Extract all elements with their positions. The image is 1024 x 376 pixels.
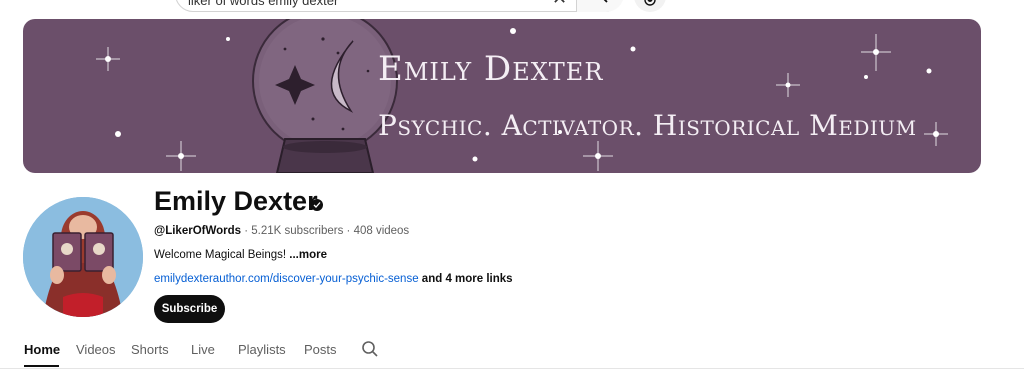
- channel-description[interactable]: Welcome Magical Beings! ...more: [154, 249, 327, 261]
- avatar-image: [23, 197, 143, 317]
- verified-check-icon: [311, 199, 323, 211]
- tab-live[interactable]: Live: [191, 342, 215, 357]
- avatar: [23, 197, 143, 317]
- banner-subtitle: Psychic. Activator. Historical Medium: [378, 109, 917, 142]
- mic-icon: [644, 0, 656, 6]
- channel-links: emilydexterauthor.com/discover-your-psyc…: [154, 273, 513, 285]
- search-icon: [603, 0, 608, 3]
- channel-meta: @LikerOfWords · 5.21K subscribers · 408 …: [154, 225, 409, 237]
- meta-separator: ·: [343, 225, 354, 237]
- banner-title: Emily Dexter: [378, 49, 604, 89]
- tab-playlists[interactable]: Playlists: [238, 342, 286, 357]
- tab-posts[interactable]: Posts: [304, 342, 337, 357]
- video-count: 408 videos: [353, 225, 410, 237]
- channel-link[interactable]: emilydexterauthor.com/discover-your-psyc…: [154, 273, 419, 285]
- more-button[interactable]: ...more: [289, 249, 327, 261]
- channel-tabs: Home Videos Shorts Live Playlists Posts: [0, 332, 1024, 369]
- description-text: Welcome Magical Beings!: [154, 249, 290, 261]
- tab-videos[interactable]: Videos: [76, 342, 116, 357]
- voice-search-button[interactable]: [634, 0, 666, 12]
- search-button[interactable]: [576, 0, 624, 12]
- search-box[interactable]: liker of words emily dexter ✕: [175, 0, 624, 12]
- channel-handle: @LikerOfWords: [154, 225, 242, 237]
- close-icon[interactable]: ✕: [552, 0, 567, 7]
- tab-home[interactable]: Home: [24, 342, 60, 357]
- subscriber-count: 5.21K subscribers: [251, 225, 344, 237]
- search-icon[interactable]: [361, 340, 379, 358]
- active-tab-indicator: [24, 365, 59, 367]
- tab-shorts[interactable]: Shorts: [131, 342, 169, 357]
- search-input[interactable]: liker of words emily dexter: [188, 0, 338, 8]
- more-links-button[interactable]: and 4 more links: [419, 273, 513, 285]
- meta-separator: ·: [241, 225, 252, 237]
- channel-name: Emily Dexter: [154, 186, 318, 216]
- channel-banner: Emily Dexter Psychic. Activator. Histori…: [23, 19, 981, 173]
- banner-artwork: [96, 19, 948, 173]
- subscribe-button[interactable]: Subscribe: [154, 295, 225, 323]
